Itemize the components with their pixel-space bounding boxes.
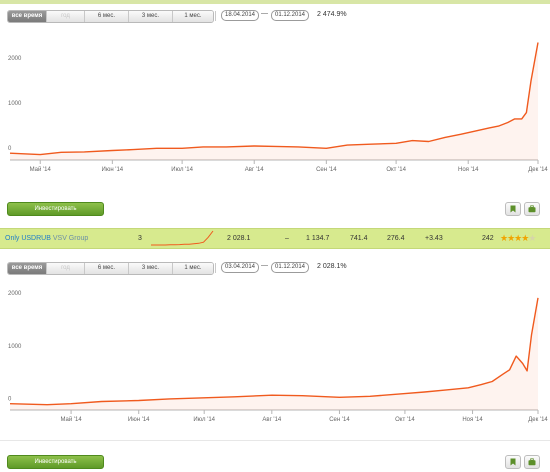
briefcase-icon — [528, 458, 536, 466]
manager-name-link[interactable]: VSV Group — [53, 235, 88, 242]
invest-button[interactable]: Инвестировать — [7, 202, 104, 216]
portfolio-button[interactable] — [524, 455, 540, 469]
equity-chart: 0 1000 2000 Май '14 Июн '14 Июл '14 Авг '14 Сен… — [8, 291, 548, 423]
strategy-empty-dash: – — [285, 235, 289, 242]
toolbar-divider — [215, 263, 216, 273]
briefcase-icon — [528, 205, 536, 213]
strategy-return-value: 2 028.1 — [227, 235, 251, 242]
strategy-row[interactable]: Only USDRUB VSV Group 3 2 028.1 – 1 134.… — [0, 228, 550, 249]
section-divider — [0, 440, 550, 441]
period-1-month-button[interactable]: 1 мес. — [172, 11, 213, 22]
period-year-button[interactable]: год — [46, 11, 84, 22]
date-to-field[interactable]: 01.12.2014 — [271, 262, 309, 273]
strategy-value-2: 1 134.7 — [306, 235, 330, 242]
x-axis-tick-label: Июн '14 — [128, 417, 150, 423]
date-to-field[interactable]: 01.12.2014 — [271, 10, 309, 21]
date-range-dash: — — [261, 262, 268, 269]
y-axis-tick-label: 2000 — [8, 56, 22, 62]
equity-line — [9, 297, 539, 406]
period-3-months-button[interactable]: 3 мес. — [128, 263, 172, 274]
period-selector: все время год 6 мес. 3 мес. 1 мес. — [7, 10, 214, 23]
date-from-field[interactable]: 03.04.2014 — [221, 262, 259, 273]
x-axis-tick-label: Сен '14 — [329, 417, 350, 423]
invest-button[interactable]: Инвестировать — [7, 455, 104, 469]
equity-area — [10, 42, 538, 160]
x-axis-tick-label: Окт '14 — [386, 167, 406, 173]
x-axis-tick-label: Дек '14 — [528, 417, 548, 423]
period-6-months-button[interactable]: 6 мес. — [84, 263, 128, 274]
strategy-investor-count: 242 — [482, 235, 494, 242]
period-year-button[interactable]: год — [46, 263, 84, 274]
x-axis-tick-label: Ноя '14 — [458, 167, 479, 173]
bookmark-icon — [510, 458, 516, 466]
x-axis-tick-label: Дек '14 — [528, 167, 548, 173]
strategy-value-3: 741.4 — [350, 235, 368, 242]
period-3-months-button[interactable]: 3 мес. — [128, 11, 172, 22]
total-return-value: 2 474.9% — [317, 11, 347, 18]
x-axis-tick-label: Сен '14 — [316, 167, 337, 173]
rating-stars: ★★★★★ — [500, 233, 536, 243]
period-6-months-button[interactable]: 6 мес. — [84, 11, 128, 22]
y-axis-tick-label: 1000 — [8, 344, 22, 350]
date-from-field[interactable]: 18.04.2014 — [221, 10, 259, 21]
date-range-dash: — — [261, 10, 268, 17]
total-return-value: 2 028.1% — [317, 263, 347, 270]
strategy-value-4: 276.4 — [387, 235, 405, 242]
y-axis-tick-label: 2000 — [8, 291, 22, 297]
x-axis-tick-label: Авг '14 — [245, 167, 265, 173]
x-axis-tick-label: Июл '14 — [171, 167, 193, 173]
strategy-col1-value: 3 — [138, 235, 142, 242]
x-axis-tick-label: Окт '14 — [395, 417, 415, 423]
star-empty-icon: ★ — [528, 233, 536, 243]
y-axis-tick-label: 1000 — [8, 101, 22, 107]
portfolio-button[interactable] — [524, 202, 540, 216]
y-axis-tick-label: 0 — [8, 397, 12, 403]
strategy-name-cell: Only USDRUB VSV Group — [5, 229, 88, 248]
sparkline-line — [151, 230, 214, 246]
period-all-time-button[interactable]: все время — [8, 263, 46, 274]
x-axis-tick-label: Май '14 — [60, 416, 82, 423]
return-sparkline — [151, 230, 214, 246]
period-all-time-button[interactable]: все время — [8, 11, 46, 22]
period-selector: все время год 6 мес. 3 мес. 1 мес. — [7, 262, 214, 275]
x-axis-tick-label: Июн '14 — [102, 167, 124, 173]
x-axis-tick-label: Май '14 — [30, 166, 52, 173]
x-axis-tick-label: Авг '14 — [262, 417, 282, 423]
equity-area — [10, 297, 538, 410]
bookmark-button[interactable] — [505, 202, 521, 216]
bookmark-icon — [510, 205, 516, 213]
y-axis-tick-label: 0 — [8, 146, 12, 152]
x-axis-tick-label: Ноя '14 — [462, 417, 483, 423]
equity-chart: 0 1000 2000 Май '14 Июн '14 Июл '14 Авг '14 Сен… — [8, 42, 548, 173]
strategy-change-value: +3.43 — [425, 235, 443, 242]
x-axis-tick-label: Июл '14 — [193, 417, 215, 423]
bookmark-button[interactable] — [505, 455, 521, 469]
top-accent-line — [0, 0, 550, 4]
strategy-name-link[interactable]: Only USDRUB — [5, 235, 51, 242]
period-1-month-button[interactable]: 1 мес. — [172, 263, 213, 274]
toolbar-divider — [215, 11, 216, 21]
